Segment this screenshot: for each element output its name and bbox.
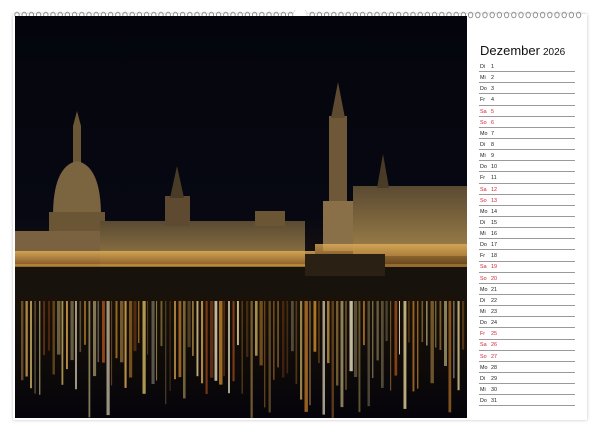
day-row: Do 31	[479, 395, 575, 407]
day-row: Mo 21	[479, 284, 575, 295]
day-row: Mi 2	[479, 72, 575, 84]
day-number: 20	[491, 275, 497, 282]
day-number: 4	[491, 97, 494, 104]
day-number: 6	[491, 119, 494, 126]
day-row: Sa 26	[479, 340, 575, 351]
day-number: 15	[491, 219, 497, 226]
day-row: Mi 16	[479, 228, 575, 240]
night-skyline-photo	[15, 16, 467, 418]
day-number: 12	[491, 186, 497, 193]
day-row: Mo 14	[479, 206, 575, 217]
day-row: Di 8	[479, 139, 575, 151]
day-row: Mi 23	[479, 306, 575, 318]
day-number: 28	[491, 364, 497, 371]
year-label: 2026	[542, 47, 566, 58]
day-row: Di 22	[479, 295, 575, 307]
day-number: 8	[491, 141, 494, 148]
day-row: Di 1	[479, 61, 575, 73]
day-row: Mo 28	[479, 362, 575, 373]
skyline-illustration	[15, 16, 467, 418]
bridge	[15, 266, 467, 296]
day-row: Fr 4	[479, 94, 575, 106]
day-number: 26	[491, 342, 497, 349]
day-row: Mi 30	[479, 384, 575, 396]
day-row: Fr 25	[479, 328, 575, 340]
day-number: 7	[491, 130, 494, 137]
day-row: Fr 11	[479, 172, 575, 184]
day-number: 23	[491, 309, 497, 316]
day-number: 16	[491, 231, 497, 238]
day-row: Di 29	[479, 373, 575, 385]
day-number: 18	[491, 253, 497, 260]
day-row: Fr 18	[479, 250, 575, 262]
calendar-panel: Dezember 2026 Di 1 Mi 2 Do 3 Fr 4 Sa 5 So 6 Mo 7 Di 8 Mi 9…	[472, 16, 584, 418]
day-number: 14	[491, 208, 497, 215]
day-row: Sa 19	[479, 262, 575, 273]
day-number: 11	[491, 175, 497, 182]
day-row: Mi 9	[479, 150, 575, 162]
day-row: Do 24	[479, 317, 575, 329]
day-row: Sa 5	[479, 106, 575, 117]
day-number: 31	[491, 398, 497, 405]
day-row: Do 17	[479, 239, 575, 251]
day-row: Mo 7	[479, 128, 575, 139]
day-number: 21	[491, 286, 497, 293]
day-number: 3	[491, 86, 494, 93]
day-number: 17	[491, 242, 497, 249]
day-row: So 6	[479, 117, 575, 128]
day-row: Di 15	[479, 217, 575, 229]
day-number: 1	[491, 63, 494, 70]
day-number: 30	[491, 387, 497, 394]
day-row: So 13	[479, 195, 575, 206]
day-number: 9	[491, 153, 494, 160]
day-number: 29	[491, 375, 497, 382]
day-number: 2	[491, 75, 494, 82]
day-number: 22	[491, 297, 497, 304]
day-row: Do 3	[479, 83, 575, 95]
day-number: 27	[491, 353, 497, 360]
day-row: So 27	[479, 351, 575, 362]
day-number: 19	[491, 264, 497, 271]
day-list: Di 1 Mi 2 Do 3 Fr 4 Sa 5 So 6 Mo 7 Di 8 Mi 9 Do 10 Fr 11 Sa 12 S…	[479, 61, 575, 407]
day-number: 25	[491, 331, 497, 338]
day-row: So 20	[479, 273, 575, 284]
day-number: 13	[491, 197, 497, 204]
calendar-header: Dezember 2026	[480, 42, 565, 60]
day-number: 24	[491, 320, 497, 327]
day-number: 10	[491, 164, 497, 171]
day-row: Sa 12	[479, 184, 575, 195]
day-row: Do 10	[479, 161, 575, 173]
month-title: Dezember	[480, 43, 540, 58]
day-number: 5	[491, 108, 494, 115]
